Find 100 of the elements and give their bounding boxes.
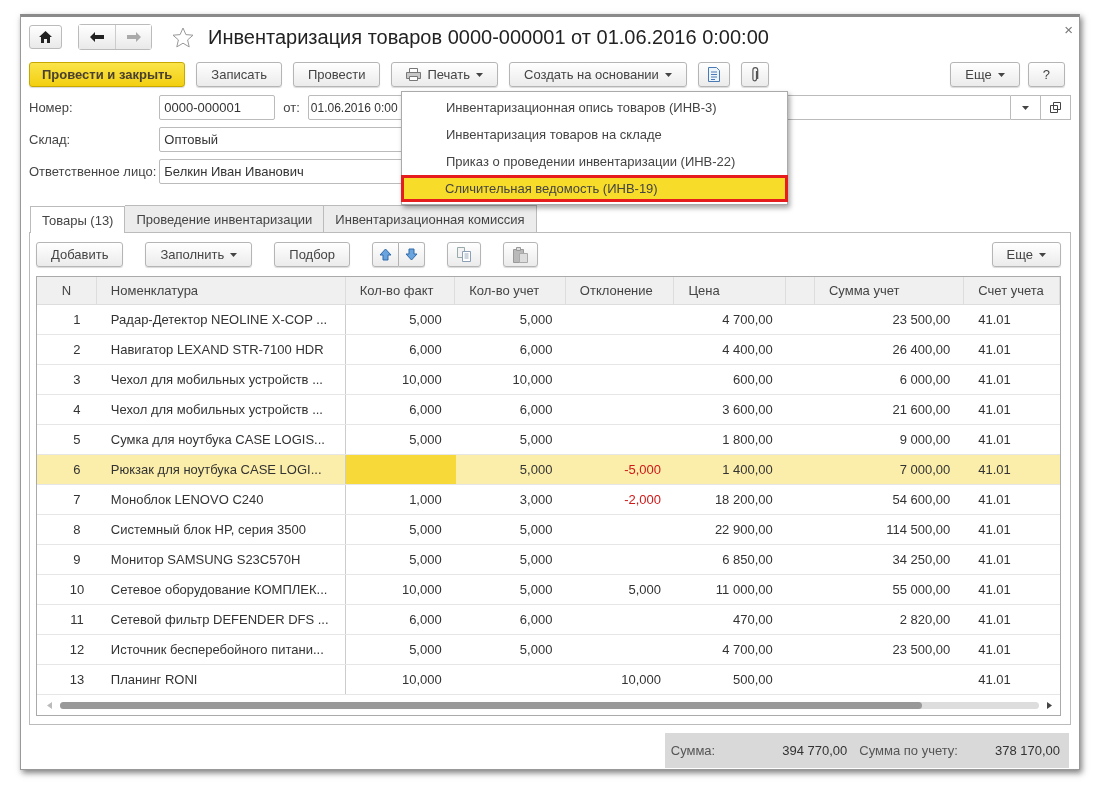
table-cell-text: 6,000 [408,611,443,629]
table-row[interactable]: 1 Радар-Детектор NEOLINE X-COP ... 5,000 5,000 4 700,00 23 500,00 41.01 [37,305,1060,335]
table-cell-text: 8 [72,521,82,539]
tab[interactable]: Инвентаризационная комиссия [324,205,537,232]
table-cell-text: 6,000 [408,401,443,419]
table-cell-text: 114 500,00 [885,521,952,539]
caret-icon [1039,252,1046,257]
scroll-left-icon[interactable] [47,701,52,709]
table-row[interactable]: 2 Навигатор LEXAND STR-7100 HDR 6,000 6,000 4 400,00 26 400,00 41.01 [37,335,1060,365]
toolbar-button[interactable]: Провести [292,62,381,87]
column-header: Сумма учет [815,277,965,304]
column-header: Цена [674,277,786,304]
caret-icon [664,72,672,77]
table-cell-text: 18 200,00 [713,491,774,509]
table-cell-text: 10,000 [400,671,443,689]
table-cell-text: 6,000 [518,341,554,359]
toolbar-button[interactable]: ? [1027,62,1065,87]
caret-icon [476,72,483,77]
table-cell-text: 7 [72,491,82,509]
tab[interactable]: Проведение инвентаризации [125,205,325,232]
column-header: Номенклатура [96,277,346,304]
table-row[interactable]: 10 Сетевое оборудование КОМПЛЕК... 10,000 5,000 5,000 11 000,00 55 000,00 41.01 [37,575,1060,605]
scroll-right-icon[interactable] [1047,701,1052,709]
column-header: N [37,277,97,304]
table-row[interactable]: 9 Монитор SAMSUNG S23C570H 5,000 5,000 6 850,00 34 250,00 41.01 [37,545,1060,575]
caret-icon [230,252,238,257]
table-cell-text: 2 820,00 [898,611,952,629]
document-button[interactable] [697,62,730,87]
table-cell-text: -2,000 [623,491,663,509]
toolbar-button[interactable]: Добавить [36,242,124,267]
table-row[interactable]: 11 Сетевой фильтр DEFENDER DFS ... 6,000 6,000 470,00 2 820,00 41.01 [37,605,1060,635]
toolbar-button[interactable]: Еще [950,62,1020,87]
table-row[interactable]: 8 Системный блок HP, серия 3500 5,000 5,000 22 900,00 114 500,00 41.01 [37,515,1060,545]
table-cell-text: 41.01 [977,581,1012,599]
table-cell-text: 41.01 [977,521,1012,539]
table-cell-text: 6 850,00 [721,551,774,569]
number-field[interactable]: 0000-000001 [159,95,276,120]
paste-button[interactable] [503,242,539,267]
post-and-close-button[interactable]: Провести и закрыть [29,62,186,87]
toolbar-button[interactable]: Заполнить [145,242,253,267]
arrow-down-icon [405,248,419,261]
table-cell-text: 5,000 [408,311,443,329]
toolbar-button[interactable]: Печать [391,62,498,87]
table-cell: Системный блок HP, серия 3500 [96,515,346,544]
table-row[interactable]: 4 Чехол для мобильных устройств ... 6,000 6,000 3 600,00 21 600,00 41.01 [37,395,1060,425]
table-cell-text: 21 600,00 [891,401,952,419]
toolbar-button[interactable]: Еще [991,242,1061,267]
table-row[interactable]: 13 Планинг RONI 10,000 10,000 500,00 41.01 [37,665,1060,695]
home-button[interactable] [29,25,62,49]
table-cell-text: 5,000 [518,521,554,539]
clip-button[interactable] [740,62,769,87]
arrow-right-icon [126,32,141,42]
document-icon [707,67,720,82]
horizontal-scrollbar[interactable] [60,701,1039,709]
table-cell-text: 5,000 [518,581,554,599]
table-cell: Моноблок LENOVO C240 [96,485,346,514]
table-cell-text: 4 700,00 [721,641,774,659]
table-row[interactable]: 3 Чехол для мобильных устройств ... 10,000 10,000 600,00 6 000,00 41.01 [37,365,1060,395]
total-value: 394 770,00 [782,743,848,758]
paperclip-icon [750,66,759,83]
tab[interactable]: Товары (13) [30,206,126,233]
table-cell-text: 41.01 [977,551,1012,569]
toolbar-button[interactable]: Создать на основании [509,62,687,87]
star-icon[interactable] [172,26,194,48]
up-button[interactable] [372,242,400,267]
table-cell-text: 6,000 [518,611,554,629]
open-button[interactable] [1041,95,1071,120]
table-cell: Сетевое оборудование КОМПЛЕК... [96,575,346,604]
table-cell-text: 11 000,00 [714,581,774,599]
column-header: Отклонение [565,277,675,304]
table-cell-text: 1 [72,311,82,329]
selected-row[interactable]: 6 Рюкзак для ноутбука CASE LOGI... 5,000 -5,000 1 400,00 7 000,00 41.01 [37,455,1060,485]
table-cell-text: 41.01 [977,341,1012,359]
table-cell-text: 41.01 [977,461,1012,479]
caret-icon [997,72,1005,77]
table-cell-text: 5,000 [408,431,443,449]
table-cell: Планинг RONI [96,665,346,694]
total-label: Сумма: [670,743,716,758]
menu-item[interactable]: Сличительная ведомость (ИНВ-19) [401,175,788,202]
table-cell: Сетевой фильтр DEFENDER DFS ... [96,605,346,634]
table-row[interactable]: 12 Источник бесперебойного питани... 5,000 5,000 4 700,00 23 500,00 41.01 [37,635,1060,665]
back-button[interactable] [79,25,115,49]
table-cell-text: 600,00 [731,371,774,389]
table-cell-text: 5 [72,431,82,449]
down-button[interactable] [399,242,426,267]
table-row[interactable]: 7 Моноблок LENOVO C240 1,000 3,000 -2,000 18 200,00 54 600,00 41.01 [37,485,1060,515]
table-cell-text: 26 400,00 [891,341,952,359]
toolbar-button[interactable]: Записать [196,62,282,87]
total-label: Сумма по учету: [859,743,958,758]
table-cell: Источник бесперебойного питани... [96,635,346,664]
copy-icon [457,247,472,262]
table-cell-text: 6 000,00 [898,371,952,389]
table-cell: Чехол для мобильных устройств ... [96,395,346,424]
table-cell-text: 41.01 [977,311,1012,329]
table-cell-text: 2 [72,341,82,359]
table-cell-text: 3 [72,371,82,389]
table-cell-text: 9 000,00 [898,431,952,449]
copy-button[interactable] [447,242,482,267]
toolbar-button[interactable]: Подбор [274,242,351,267]
close-button[interactable]: × [1064,21,1073,38]
